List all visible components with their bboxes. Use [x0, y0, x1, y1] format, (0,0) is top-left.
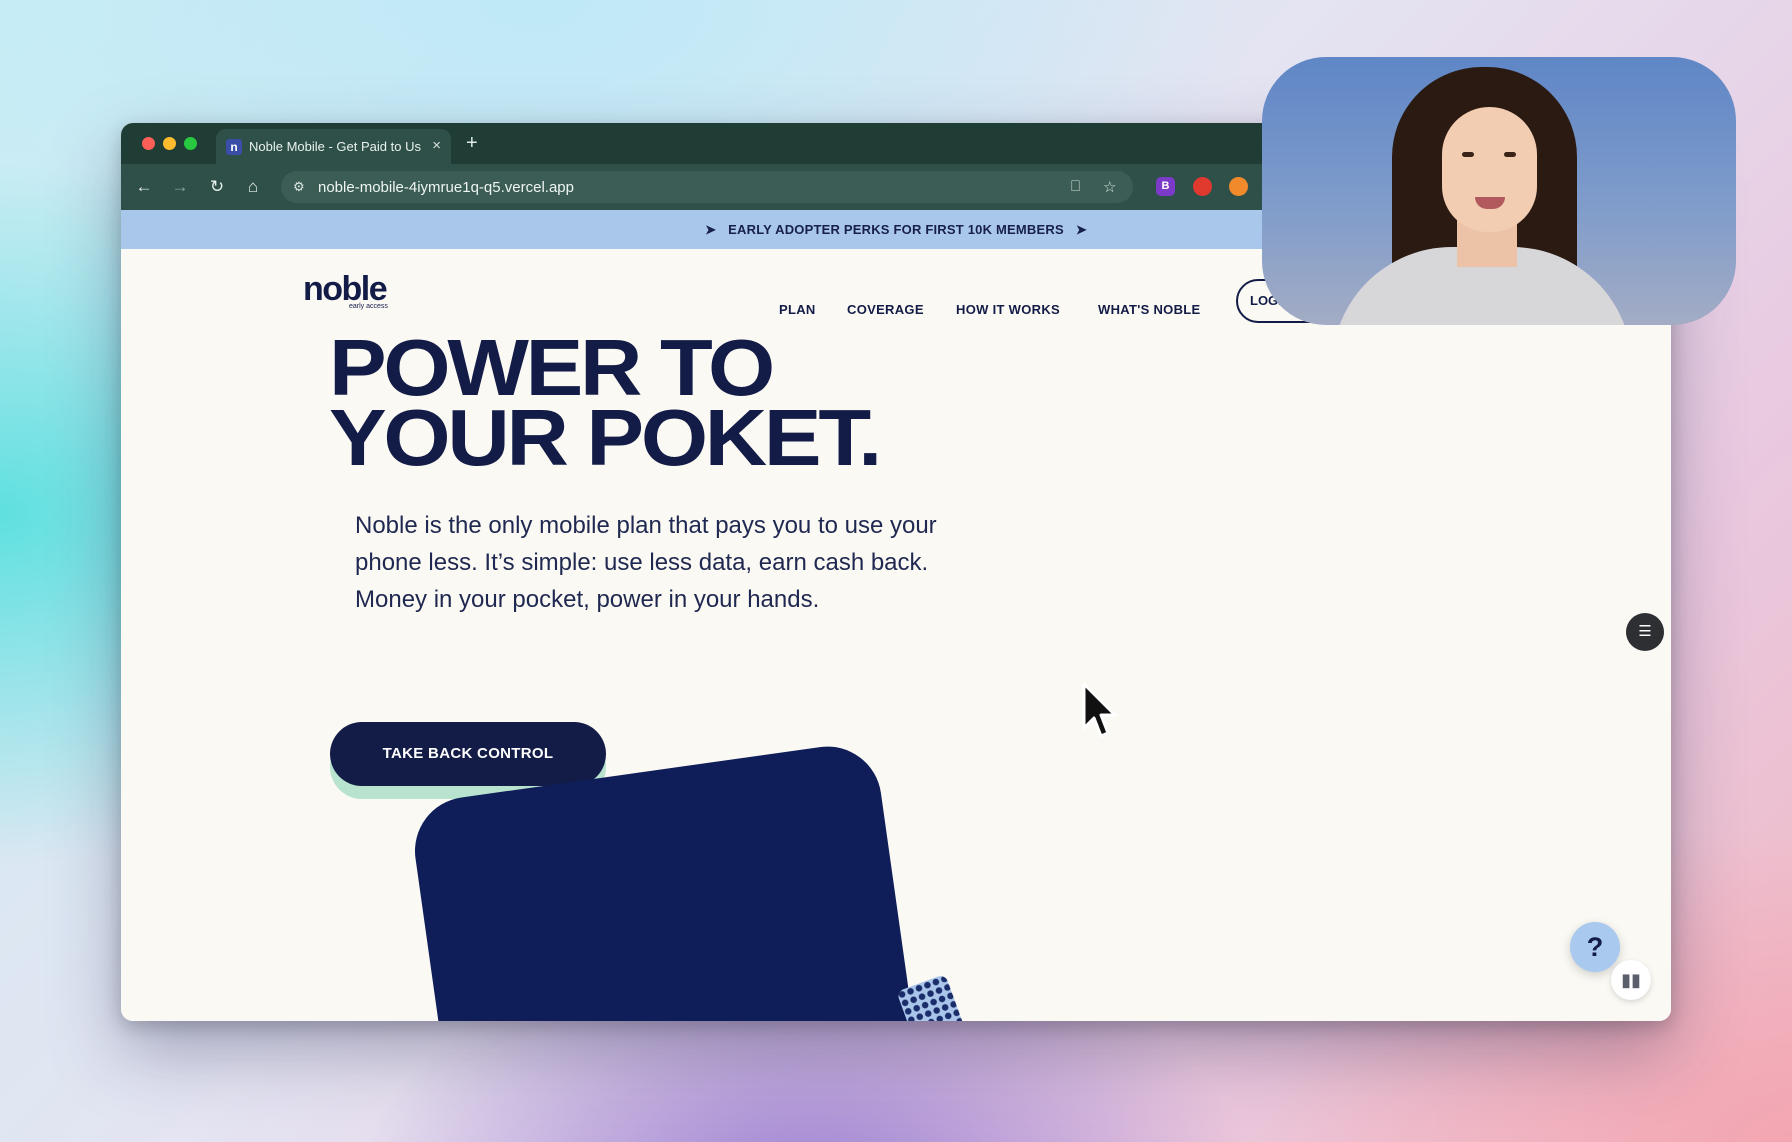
- web-page: ➤ EARLY ADOPTER PERKS FOR FIRST 10K MEMBE…: [121, 210, 1671, 1021]
- forward-arrow-icon[interactable]: →: [169, 176, 191, 198]
- noble-favicon-icon: n: [226, 139, 242, 155]
- noble-logo[interactable]: noble early access: [303, 270, 388, 310]
- presenter-mouth: [1475, 197, 1505, 209]
- help-button[interactable]: ?: [1570, 922, 1620, 972]
- zoom-window-button[interactable]: [184, 137, 197, 150]
- extension-fox-icon[interactable]: [1229, 177, 1248, 196]
- extension-badge-icon[interactable]: B: [1156, 177, 1175, 196]
- rocket-icon: ➤: [1075, 222, 1087, 237]
- presenter-eye: [1504, 152, 1516, 157]
- close-window-button[interactable]: [142, 137, 155, 150]
- site-info-icon[interactable]: ⚙: [293, 179, 305, 195]
- hero-description: Noble is the only mobile plan that pays …: [355, 512, 937, 613]
- close-tab-icon[interactable]: ×: [432, 137, 441, 154]
- nav-whats-noble[interactable]: WHAT'S NOBLE: [1098, 302, 1201, 317]
- headline-line-2: YOUR POKET.: [329, 393, 882, 482]
- new-tab-button[interactable]: +: [466, 132, 478, 155]
- presenter-eye: [1462, 152, 1474, 157]
- extension-red-icon[interactable]: [1193, 177, 1212, 196]
- url-text[interactable]: noble-mobile-4iymrue1q-q5.vercel.app: [318, 179, 574, 196]
- chat-widget-icon[interactable]: ▮▮: [1611, 960, 1651, 1000]
- presenter-face: [1442, 107, 1537, 232]
- feedback-widget-icon[interactable]: ☰: [1626, 613, 1664, 651]
- nav-coverage[interactable]: COVERAGE: [847, 302, 924, 317]
- webcam-overlay: [1262, 57, 1736, 325]
- banner-text: EARLY ADOPTER PERKS FOR FIRST 10K MEMBER…: [728, 222, 1064, 237]
- logo-word: noble: [303, 270, 388, 308]
- take-back-control-button[interactable]: TAKE BACK CONTROL: [330, 722, 606, 786]
- tab-title: Noble Mobile - Get Paid to Us: [249, 139, 421, 154]
- address-bar[interactable]: ⚙ noble-mobile-4iymrue1q-q5.vercel.app ⎕…: [281, 171, 1133, 203]
- logo-subtitle: early access: [349, 303, 388, 310]
- back-arrow-icon[interactable]: ←: [133, 176, 155, 198]
- bookmark-star-icon[interactable]: ☆: [1103, 178, 1116, 196]
- rocket-icon: ➤: [705, 222, 717, 237]
- minimize-window-button[interactable]: [163, 137, 176, 150]
- nav-plan[interactable]: PLAN: [779, 302, 816, 317]
- mouse-cursor-icon: [1082, 682, 1117, 738]
- install-app-icon[interactable]: ⎕: [1071, 178, 1080, 195]
- home-icon[interactable]: ⌂: [242, 176, 264, 198]
- tab-noble-mobile[interactable]: n Noble Mobile - Get Paid to Us ×: [216, 129, 451, 164]
- nav-how-it-works[interactable]: HOW IT WORKS: [956, 302, 1060, 317]
- reload-icon[interactable]: ↻: [206, 176, 228, 198]
- hero-headline: POWER TO YOUR POKET.: [329, 328, 882, 482]
